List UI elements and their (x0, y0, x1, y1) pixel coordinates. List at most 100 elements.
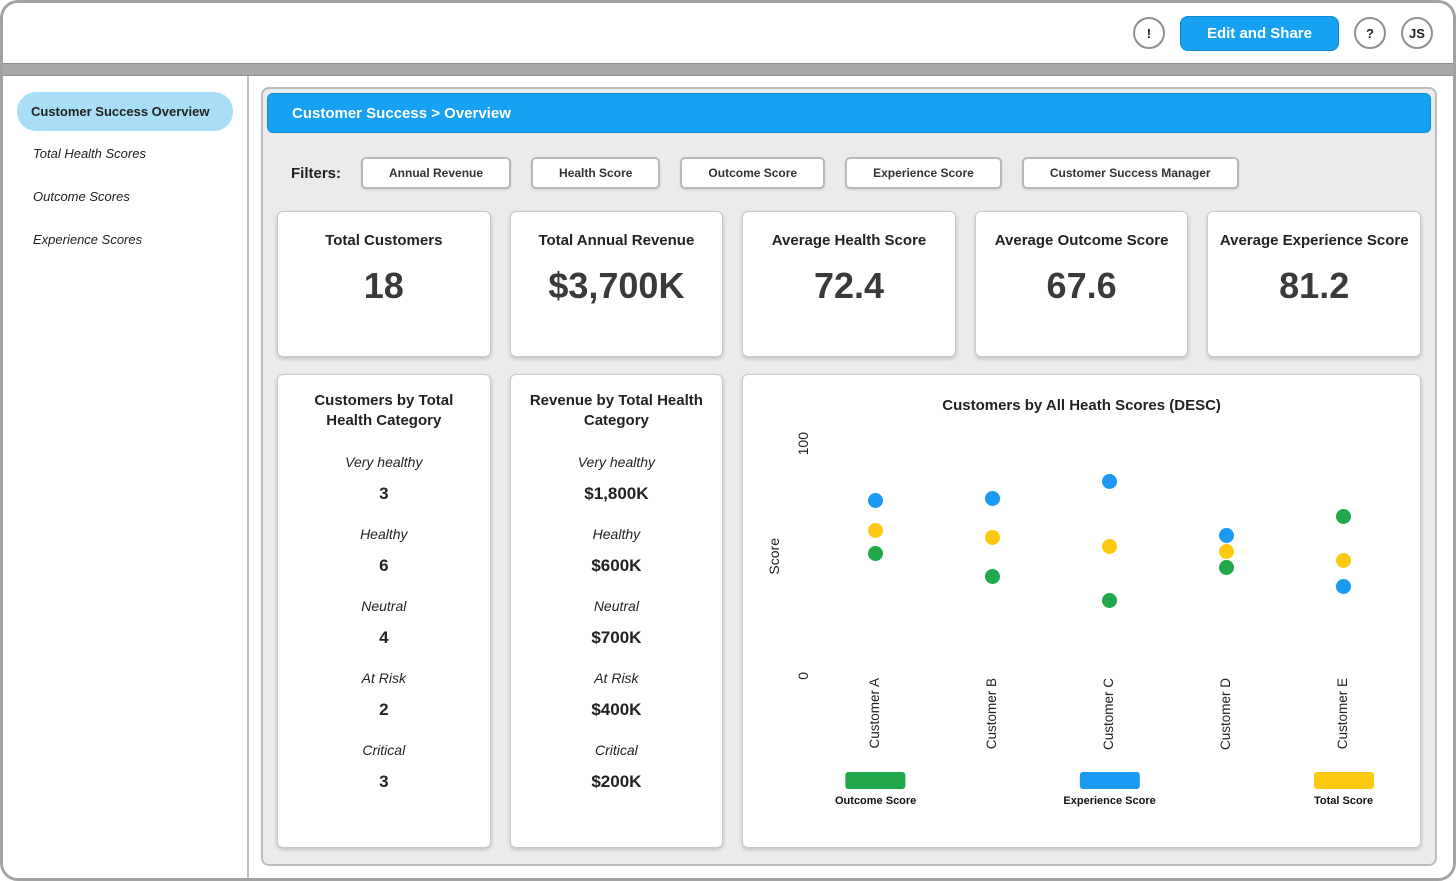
filter-customer-success-manager[interactable]: Customer Success Manager (1022, 157, 1239, 189)
edit-and-share-button[interactable]: Edit and Share (1180, 16, 1339, 51)
kpi-title: Average Health Score (766, 232, 933, 249)
sidebar-item-outcome-scores[interactable]: Outcome Scores (17, 176, 233, 217)
filters-label: Filters: (291, 165, 341, 182)
scores-scatter-chart-card: Customers by All Heath Scores (DESC) Sco… (742, 374, 1421, 848)
category-label: Critical (362, 742, 405, 758)
category-value: 2 (379, 700, 388, 720)
sidebar-item-total-health-scores[interactable]: Total Health Scores (17, 133, 233, 174)
legend-item-total-score: Total Score (1314, 772, 1374, 807)
category-value: $400K (591, 700, 641, 720)
kpi-value: 81.2 (1279, 265, 1349, 307)
scatter-dot-total-score (1219, 544, 1234, 559)
kpi-value: 67.6 (1047, 265, 1117, 307)
kpi-value: $3,700K (548, 265, 684, 307)
legend-swatch-experience-score (1080, 772, 1140, 789)
avatar[interactable]: JS (1401, 17, 1433, 49)
plot-region: Customer ACustomer BCustomer CCustomer D… (817, 440, 1402, 820)
legend-swatch-total-score (1314, 772, 1374, 789)
legend-label: Outcome Score (835, 795, 916, 807)
x-axis-label-customer-b: Customer B (984, 678, 999, 749)
scatter-dot-total-score (868, 523, 883, 538)
kpi-title: Average Experience Score (1214, 232, 1415, 249)
scatter-dot-outcome-score (868, 546, 883, 561)
filter-experience-score[interactable]: Experience Score (845, 157, 1002, 189)
category-label: Neutral (594, 598, 639, 614)
filter-annual-revenue[interactable]: Annual Revenue (361, 157, 511, 189)
category-label: At Risk (362, 670, 406, 686)
kpi-title: Total Annual Revenue (532, 232, 700, 249)
panel-inner: Filters: Annual Revenue Health Score Out… (267, 133, 1431, 860)
category-value: 3 (379, 484, 388, 504)
scatter-dot-experience-score (1102, 474, 1117, 489)
y-tick-max: 100 (795, 432, 811, 455)
legend-label: Experience Score (1063, 795, 1155, 807)
scatter-dot-outcome-score (1102, 593, 1117, 608)
category-value: 6 (379, 556, 388, 576)
sidebar-item-customer-success-overview[interactable]: Customer Success Overview (17, 92, 233, 131)
legend-label: Total Score (1314, 795, 1373, 807)
top-toolbar: ! Edit and Share ? JS (3, 3, 1453, 63)
scatter-dot-experience-score (868, 493, 883, 508)
y-axis-title-column: Score (761, 440, 787, 672)
kpi-title: Total Customers (319, 232, 448, 249)
kpi-average-experience-score: Average Experience Score 81.2 (1207, 211, 1421, 357)
help-button[interactable]: ? (1354, 17, 1386, 49)
kpi-value: 72.4 (814, 265, 884, 307)
category-label: Healthy (360, 526, 407, 542)
category-value: $600K (591, 556, 641, 576)
y-tick-min: 0 (795, 672, 811, 680)
category-value: 3 (379, 772, 388, 792)
app-window: ! Edit and Share ? JS Customer Success O… (0, 0, 1456, 881)
scatter-dot-experience-score (1219, 528, 1234, 543)
category-value: $1,800K (584, 484, 648, 504)
category-label: Healthy (593, 526, 640, 542)
customers-by-health-card: Customers by Total Health Category Very … (277, 374, 491, 848)
page-title: Customer Success > Overview (292, 105, 511, 122)
legend-item-experience-score: Experience Score (1063, 772, 1155, 807)
scatter-dot-outcome-score (985, 569, 1000, 584)
category-label: Neutral (361, 598, 406, 614)
scatter-dot-experience-score (985, 491, 1000, 506)
category-label: Very healthy (345, 454, 422, 470)
chart-legend: Outcome Score Experience Score Total Score (817, 772, 1402, 820)
content-area: Customer Success Overview Total Health S… (3, 76, 1453, 878)
category-value: 4 (379, 628, 388, 648)
x-axis-labels: Customer ACustomer BCustomer CCustomer D… (817, 672, 1402, 768)
scatter-dot-outcome-score (1336, 509, 1351, 524)
kpi-average-health-score: Average Health Score 72.4 (742, 211, 956, 357)
legend-swatch-outcome-score (846, 772, 906, 789)
breadcrumb: Customer Success > Overview (267, 93, 1431, 133)
scatter-dot-experience-score (1336, 579, 1351, 594)
category-value: $200K (591, 772, 641, 792)
kpi-row: Total Customers 18 Total Annual Revenue … (277, 211, 1421, 357)
bottom-row: Customers by Total Health Category Very … (277, 374, 1421, 848)
chart-title: Customers by All Heath Scores (DESC) (761, 397, 1402, 414)
scatter-dot-total-score (1336, 553, 1351, 568)
category-value: $700K (591, 628, 641, 648)
filter-outcome-score[interactable]: Outcome Score (680, 157, 825, 189)
x-axis-label-customer-a: Customer A (867, 678, 882, 749)
scatter-dot-total-score (985, 530, 1000, 545)
kpi-total-annual-revenue: Total Annual Revenue $3,700K (510, 211, 724, 357)
filter-health-score[interactable]: Health Score (531, 157, 660, 189)
revenue-by-health-card: Revenue by Total Health Category Very he… (510, 374, 724, 848)
alert-button[interactable]: ! (1133, 17, 1165, 49)
category-label: Very healthy (578, 454, 655, 470)
chart-body: Score 100 0 Customer ACustomer BCustomer… (761, 440, 1402, 820)
sidebar: Customer Success Overview Total Health S… (3, 76, 249, 878)
scatter-dot-outcome-score (1219, 560, 1234, 575)
kpi-value: 18 (364, 265, 404, 307)
filters-bar: Filters: Annual Revenue Health Score Out… (277, 157, 1421, 189)
x-axis-label-customer-e: Customer E (1335, 678, 1350, 749)
x-axis-label-customer-d: Customer D (1218, 678, 1233, 750)
legend-item-outcome-score: Outcome Score (835, 772, 916, 807)
scatter-dot-total-score (1102, 539, 1117, 554)
sidebar-item-experience-scores[interactable]: Experience Scores (17, 219, 233, 260)
window-divider-band (3, 63, 1453, 76)
main-area: Customer Success > Overview Filters: Ann… (249, 76, 1453, 878)
kpi-total-customers: Total Customers 18 (277, 211, 491, 357)
plot-area (817, 440, 1402, 672)
y-axis-title: Score (766, 538, 782, 575)
card-title: Revenue by Total Health Category (523, 391, 711, 432)
kpi-average-outcome-score: Average Outcome Score 67.6 (975, 211, 1189, 357)
